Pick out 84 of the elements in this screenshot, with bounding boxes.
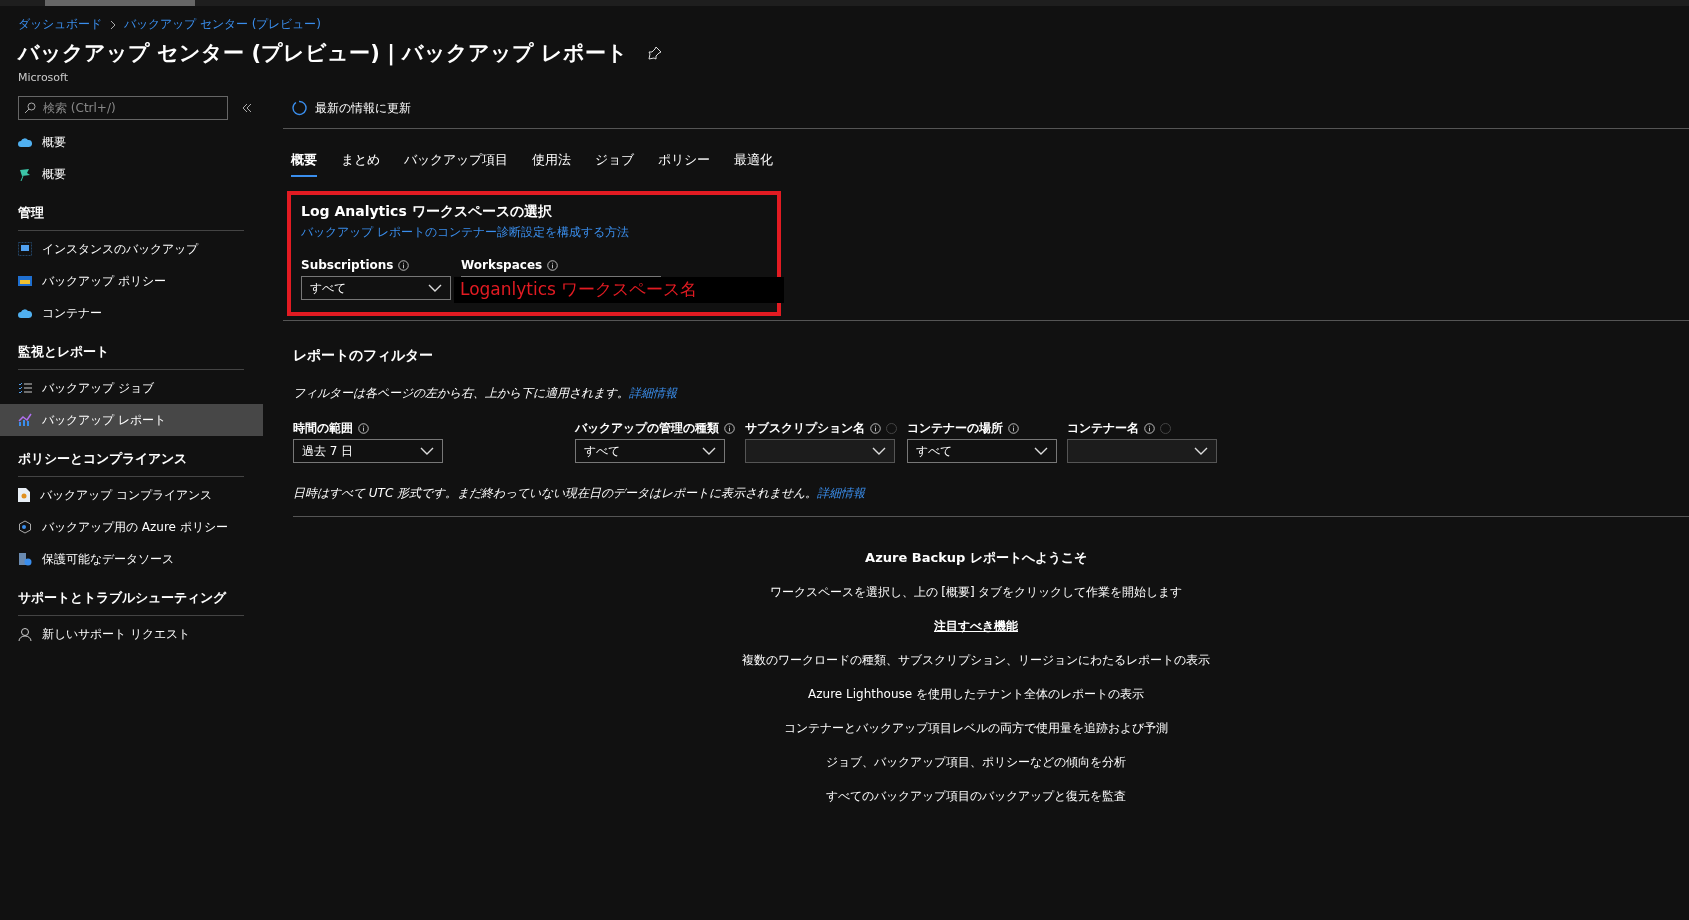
chevron-down-icon [1034, 447, 1048, 455]
document-icon [18, 488, 30, 502]
pin-icon[interactable] [648, 46, 663, 60]
chevron-down-icon [702, 447, 716, 455]
sidebar-item[interactable]: インスタンスのバックアップ [0, 233, 263, 265]
tab[interactable]: バックアップ項目 [404, 147, 508, 177]
search-icon [24, 102, 36, 114]
info-icon [724, 422, 735, 434]
annotation-tooltip: Loganlytics ワークスペース名 [454, 277, 784, 303]
tab[interactable]: ポリシー [658, 147, 710, 177]
chevron-right-icon [110, 19, 116, 30]
checklist-icon [18, 382, 32, 394]
sidebar-item[interactable]: バックアップ レポート [0, 404, 263, 436]
feature-text: すべてのバックアップ項目のバックアップと復元を監査 [826, 788, 1126, 805]
tab[interactable]: ジョブ [595, 147, 634, 177]
tab[interactable]: 最適化 [734, 147, 773, 177]
page-title: バックアップ センター (プレビュー) | バックアップ レポート [18, 40, 629, 67]
filter-dropdown[interactable]: すべて [575, 439, 725, 463]
cloud-icon [18, 136, 32, 148]
sidebar-item[interactable]: バックアップ ジョブ [0, 372, 263, 404]
feature-text: コンテナーとバックアップ項目レベルの両方で使用量を追跡および予測 [784, 720, 1168, 737]
breadcrumb-link[interactable]: バックアップ センター (プレビュー) [124, 16, 321, 33]
sidebar-item[interactable]: バックアップ用の Azure ポリシー [0, 511, 263, 543]
sidebar-heading: 監視とレポート [18, 343, 244, 370]
filter-dropdown[interactable]: すべて [907, 439, 1057, 463]
section-heading: Log Analytics ワークスペースの選択 [301, 203, 553, 221]
welcome-heading: Azure Backup レポートへようこそ [865, 549, 1087, 567]
chevron-down-icon [872, 447, 886, 455]
welcome-instruction: ワークスペースを選択し、上の [概要] タブをクリックして作業を開始します [769, 584, 1183, 601]
info-icon [870, 422, 881, 434]
features-heading: 注目すべき機能 [934, 618, 1018, 635]
tab[interactable]: まとめ [341, 147, 380, 177]
cloud-icon [18, 307, 32, 319]
refresh-icon [291, 100, 307, 116]
field-label: 時間の範囲 [293, 419, 353, 437]
field-label: コンテナー名 [1067, 419, 1139, 437]
info-icon [358, 422, 369, 434]
feature-text: Azure Lighthouse を使用したテナント全体のレポートの表示 [808, 686, 1144, 703]
section-heading: レポートのフィルター [293, 347, 434, 365]
sidebar-item[interactable]: コンテナー [0, 297, 263, 329]
table-icon [18, 276, 32, 286]
feature-text: 複数のワークロードの種類、サブスクリプション、リージョンにわたるレポートの表示 [742, 652, 1210, 669]
chevron-down-icon [428, 284, 442, 292]
sidebar-item[interactable]: 概要 [0, 126, 263, 158]
collapse-icon[interactable] [242, 103, 252, 113]
sidebar-item[interactable]: 保護可能なデータソース [0, 543, 263, 575]
field-label: コンテナーの場所 [907, 419, 1003, 437]
sidebar-item[interactable]: 新しいサポート リクエスト [0, 618, 263, 650]
info-icon [398, 259, 410, 271]
flag-icon [18, 167, 32, 181]
tab[interactable]: 使用法 [532, 147, 571, 177]
database-icon [18, 552, 32, 566]
page-subtitle: Microsoft [18, 71, 70, 84]
sidebar-item[interactable]: バックアップ コンプライアンス [0, 479, 263, 511]
hexagon-icon [18, 520, 32, 534]
refresh-button[interactable]: 最新の情報に更新 [283, 96, 411, 120]
sidebar-heading: サポートとトラブルシューティング [18, 589, 244, 616]
chevron-down-icon [420, 447, 434, 455]
sidebar-item[interactable]: バックアップ ポリシー [0, 265, 263, 297]
subscriptions-dropdown[interactable]: すべて [301, 276, 451, 300]
details-link[interactable]: 詳細情報 [817, 486, 866, 500]
monitor-icon [18, 242, 32, 256]
breadcrumb-link[interactable]: ダッシュボード [18, 16, 102, 33]
footnote: 日時はすべて UTC 形式です。まだ終わっていない現在日のデータはレポートに表示されません。 [293, 486, 818, 500]
help-link[interactable]: バックアップ レポートのコンテナー診断設定を構成する方法 [301, 225, 629, 239]
info-icon [1144, 422, 1155, 434]
person-icon [18, 627, 32, 641]
field-label: Workspaces [461, 258, 543, 272]
info-icon [1008, 422, 1019, 434]
details-link[interactable]: 詳細情報 [629, 386, 677, 400]
info-icon [547, 259, 559, 271]
tab[interactable]: 概要 [291, 147, 317, 177]
chevron-down-icon [1194, 447, 1208, 455]
chart-icon [18, 413, 32, 427]
filter-dropdown[interactable]: 過去 7 日 [293, 439, 443, 463]
field-label: Subscriptions [301, 258, 394, 272]
search-field[interactable]: 検索 (Ctrl+/) [18, 96, 228, 120]
feature-text: ジョブ、バックアップ項目、ポリシーなどの傾向を分析 [826, 754, 1126, 771]
sidebar-heading: ポリシーとコンプライアンス [18, 450, 244, 477]
field-label: サブスクリプション名 [745, 419, 865, 437]
sidebar-heading: 管理 [18, 204, 244, 231]
filter-note: フィルターは各ページの左から右、上から下に適用されます。 [293, 386, 629, 400]
field-label: バックアップの管理の種類 [575, 419, 719, 437]
sidebar-item[interactable]: 概要 [0, 158, 263, 190]
